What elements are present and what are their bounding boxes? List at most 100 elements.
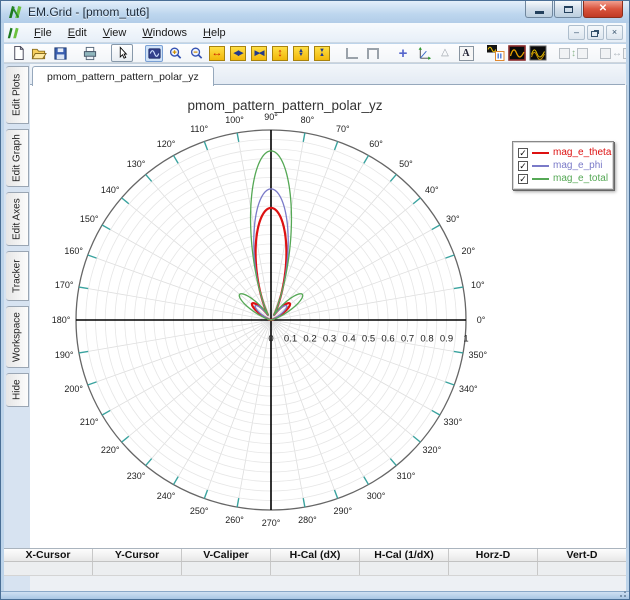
- toolbar: ↔ ◀▶ ▶◀ ↕ ▲ ▼ ▼ ▲ + △ A ↕ ↔ Layou: [4, 44, 626, 63]
- open-file-icon[interactable]: [30, 45, 48, 62]
- menu-file[interactable]: File: [26, 25, 60, 41]
- angle-label: 100°: [225, 115, 244, 125]
- sidebar-item-workspace[interactable]: Workspace: [6, 306, 29, 368]
- radial-tick-label: 1: [463, 334, 468, 345]
- radial-tick-label: 0.1: [284, 334, 297, 345]
- legend-label: mag_e_total: [553, 174, 608, 184]
- status-col-v-caliper: V-Caliper: [182, 549, 271, 561]
- angle-label: 20°: [462, 246, 476, 256]
- legend-item-theta: ✓ mag_e_theta: [518, 146, 608, 159]
- status-col-h-cal-dx: H-Cal (dX): [271, 549, 360, 561]
- angle-label: 0°: [477, 315, 486, 325]
- mdi-window-controls: – ×: [568, 25, 623, 40]
- menu-bar: File Edit View Windows Help – ×: [4, 23, 626, 43]
- status-col-horz-d: Horz-D: [449, 549, 538, 561]
- sidebar-item-tracker[interactable]: Tracker: [6, 251, 29, 301]
- legend-checkbox-phi[interactable]: ✓: [518, 161, 528, 171]
- zoom-out-icon[interactable]: [187, 45, 205, 62]
- legend-line-sample: [532, 152, 549, 154]
- print-icon[interactable]: [81, 45, 99, 62]
- h-arrows-out-icon[interactable]: ◀▶: [229, 45, 247, 62]
- v-arrows-out-icon[interactable]: ▲ ▼: [292, 45, 310, 62]
- resize-grip[interactable]: [624, 595, 626, 597]
- legend-line-sample: [532, 165, 549, 167]
- save-icon[interactable]: [51, 45, 69, 62]
- crosshair-icon[interactable]: +: [394, 45, 412, 62]
- tab-pmom-pattern-polar-yz[interactable]: pmom_pattern_pattern_polar_yz: [32, 66, 214, 86]
- angle-label: 320°: [423, 445, 442, 455]
- app-logo-icon-small: [6, 26, 20, 40]
- h-arrows-in-icon[interactable]: ▶◀: [250, 45, 268, 62]
- legend-line-sample: [532, 178, 549, 180]
- angle-label: 220°: [101, 445, 120, 455]
- mdi-restore-button[interactable]: [587, 25, 604, 40]
- minimize-button[interactable]: [525, 1, 553, 18]
- sidebar-item-edit-axes[interactable]: Edit Axes: [6, 192, 29, 246]
- close-button[interactable]: ✕: [583, 1, 623, 18]
- radial-tick-label: 0.9: [440, 334, 453, 345]
- angle-label: 330°: [444, 417, 463, 427]
- sidebar: Edit Plots Edit Graph Edit Axes Tracker …: [4, 64, 30, 593]
- v-arrows-in-icon[interactable]: ▼ ▲: [313, 45, 331, 62]
- status-col-y-cursor: Y-Cursor: [93, 549, 182, 561]
- angle-label: 110°: [190, 124, 208, 134]
- legend-checkbox-theta[interactable]: ✓: [518, 148, 528, 158]
- angle-label: 150°: [80, 214, 99, 224]
- menu-help[interactable]: Help: [195, 25, 234, 41]
- fit-horizontal-group-icon[interactable]: ↔: [600, 45, 626, 62]
- h-expand-icon[interactable]: ↔: [208, 45, 226, 62]
- legend-item-total: ✓ mag_e_total: [518, 172, 608, 185]
- new-document-icon[interactable]: [9, 45, 27, 62]
- status-value: [538, 562, 626, 575]
- legend: ✓ mag_e_theta ✓ mag_e_phi ✓ mag_e_total: [512, 141, 614, 190]
- mdi-minimize-button[interactable]: –: [568, 25, 585, 40]
- status-col-h-cal-1dx: H-Cal (1/dX): [360, 549, 449, 561]
- corner-bottom-left-icon[interactable]: [343, 45, 361, 62]
- status-header-row: X-Cursor Y-Cursor V-Caliper H-Cal (dX) H…: [4, 548, 626, 562]
- legend-label: mag_e_phi: [553, 161, 602, 171]
- zoom-in-icon[interactable]: [166, 45, 184, 62]
- maximize-button[interactable]: [554, 1, 582, 18]
- corner-top-icon[interactable]: [364, 45, 382, 62]
- legend-label: mag_e_theta: [553, 148, 611, 158]
- radial-tick-label: 0.3: [323, 334, 336, 345]
- dark-plot-yellow-icon[interactable]: [529, 45, 547, 62]
- text-label-icon[interactable]: A: [457, 45, 475, 62]
- triangle-marker-icon[interactable]: △: [436, 45, 454, 62]
- status-value: [182, 562, 271, 575]
- mdi-close-button[interactable]: ×: [606, 25, 623, 40]
- legend-item-phi: ✓ mag_e_phi: [518, 159, 608, 172]
- axes-tool-icon[interactable]: [415, 45, 433, 62]
- document-tab-bar: pmom_pattern_pattern_polar_yz: [30, 64, 625, 85]
- sidebar-item-hide[interactable]: Hide: [6, 373, 29, 407]
- split-plot-icon[interactable]: [487, 45, 505, 62]
- fit-vertical-group-icon[interactable]: ↕: [559, 45, 588, 62]
- app-logo-icon: [7, 4, 23, 20]
- window-controls: ✕: [524, 1, 623, 18]
- radial-tick-label: 0.4: [342, 334, 355, 345]
- v-expand-icon[interactable]: ↕: [271, 45, 289, 62]
- status-value: [93, 562, 182, 575]
- radial-tick-label: 0.6: [381, 334, 394, 345]
- dark-plot-red-icon[interactable]: [508, 45, 526, 62]
- minimize-icon: [535, 11, 544, 14]
- status-value: [360, 562, 449, 575]
- legend-checkbox-total[interactable]: ✓: [518, 174, 528, 184]
- menu-edit[interactable]: Edit: [60, 25, 95, 41]
- angle-label: 10°: [471, 280, 485, 290]
- angle-label: 210°: [80, 417, 99, 427]
- window-bottom-frame: [1, 591, 629, 599]
- angle-label: 40°: [425, 185, 439, 195]
- angle-label: 190°: [55, 350, 74, 360]
- angle-label: 260°: [225, 515, 244, 525]
- menu-view[interactable]: View: [95, 25, 135, 41]
- menu-windows[interactable]: Windows: [134, 25, 195, 41]
- angle-label: 30°: [446, 214, 460, 224]
- pointer-tool-icon[interactable]: [111, 44, 133, 62]
- close-icon: ✕: [599, 4, 607, 14]
- plot-select-icon[interactable]: [145, 45, 163, 62]
- angle-label: 120°: [157, 139, 176, 149]
- angle-label: 230°: [127, 471, 146, 481]
- sidebar-item-edit-plots[interactable]: Edit Plots: [6, 66, 29, 124]
- sidebar-item-edit-graph[interactable]: Edit Graph: [6, 129, 29, 187]
